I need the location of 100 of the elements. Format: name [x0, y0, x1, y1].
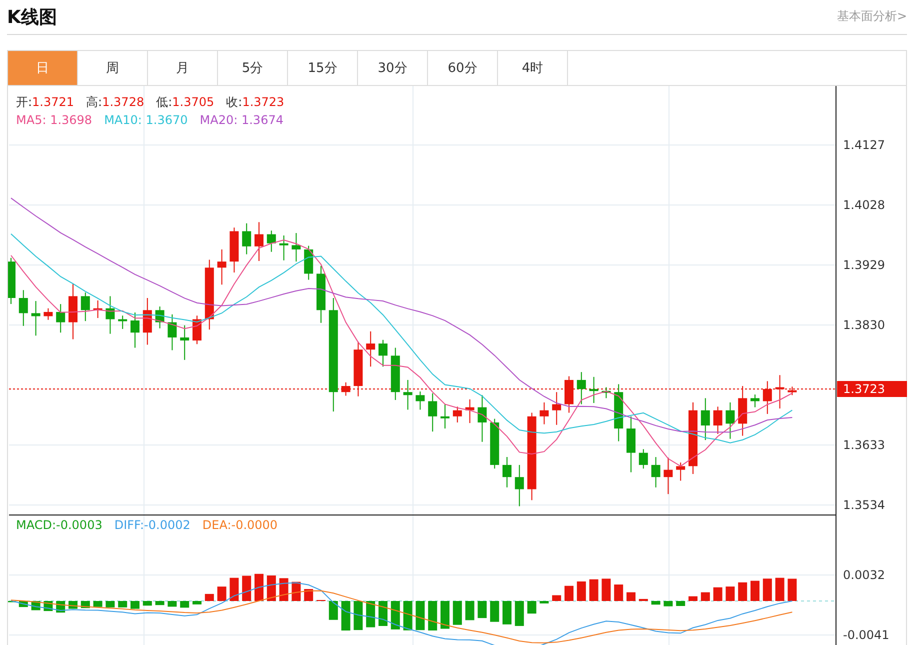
macd-bar — [788, 578, 797, 601]
macd-bar — [552, 595, 562, 601]
moving-average-legend: MA20: 1.3674 — [200, 113, 284, 127]
candlestick — [44, 308, 53, 320]
macd-bar — [664, 601, 673, 606]
macd-bar — [118, 601, 128, 608]
candlestick — [552, 392, 562, 426]
macd-bar — [614, 584, 624, 601]
macd-bar — [688, 596, 698, 601]
candlestick — [626, 416, 636, 473]
axis-label: 1.4127 — [843, 138, 885, 152]
macd-legend: DIFF:-0.0002 — [114, 518, 190, 532]
candlestick — [304, 245, 314, 280]
macd-bar — [638, 598, 648, 601]
candlestick — [80, 292, 90, 322]
macd-bar — [490, 601, 500, 622]
candlestick — [142, 298, 152, 346]
axis-label: 0.0032 — [843, 568, 885, 582]
macd-bar — [106, 601, 115, 608]
macd-bar — [341, 601, 350, 631]
macd-bar — [514, 601, 524, 626]
macd-bar — [192, 601, 202, 604]
candlestick — [775, 374, 784, 409]
macd-bar — [378, 601, 388, 626]
candlestick — [514, 464, 524, 507]
axis-label: -0.0041 — [843, 628, 890, 642]
candlestick — [168, 314, 177, 351]
axis-label: 1.3633 — [843, 438, 885, 452]
candlestick — [31, 300, 40, 336]
candlestick — [416, 390, 425, 410]
macd-bar — [465, 601, 474, 620]
macd-bar — [428, 601, 438, 630]
candlestick — [242, 222, 252, 255]
macd-bar — [403, 601, 412, 630]
candlestick — [56, 304, 66, 334]
macd-bar — [726, 586, 735, 601]
axis-label: 1.4028 — [843, 198, 885, 212]
candlestick — [750, 394, 760, 408]
candlestick — [589, 376, 598, 404]
macd-bar — [142, 601, 152, 606]
candlestick — [266, 230, 276, 252]
quote-value: 收:1.3723 — [226, 94, 284, 111]
moving-average-legend: MA10: 1.3670 — [104, 113, 188, 127]
macd-bar — [354, 601, 363, 630]
macd-bar — [452, 601, 462, 625]
candlestick — [106, 296, 115, 334]
macd-bar — [204, 594, 214, 601]
macd-bar — [390, 601, 400, 630]
macd-bar — [304, 589, 314, 601]
quote-value: 低:1.3705 — [156, 94, 214, 111]
macd-bar — [540, 601, 549, 604]
quote-value: 开:1.3721 — [16, 94, 74, 111]
macd-bar — [130, 601, 140, 609]
axis-label: 1.3929 — [843, 258, 885, 272]
candlestick — [279, 234, 288, 261]
candlestick — [614, 384, 624, 442]
candlestick — [762, 380, 772, 414]
candlestick — [130, 312, 140, 348]
candlestick — [204, 259, 214, 330]
candlestick — [378, 339, 388, 368]
macd-bar — [328, 601, 338, 620]
candlestick — [700, 398, 710, 441]
macd-bar — [762, 578, 772, 601]
candlestick — [180, 324, 190, 360]
candlestick — [540, 402, 549, 425]
macd-bar — [478, 601, 487, 618]
macd-bar — [626, 592, 636, 601]
chart-title: K线图 — [7, 6, 57, 29]
candlestick — [651, 456, 660, 488]
candlestick — [93, 300, 102, 319]
candlestick — [68, 284, 78, 340]
candlestick — [638, 448, 648, 470]
candlestick — [316, 265, 326, 324]
macd-bar — [279, 578, 288, 601]
axis-label: 1.3830 — [843, 318, 885, 332]
macd-bar — [589, 579, 598, 601]
macd-legend: DEA:-0.0000 — [202, 518, 278, 532]
macd-bar — [564, 586, 574, 601]
moving-average-legend: MA5: 1.3698 — [16, 113, 92, 127]
macd-bar — [168, 601, 177, 607]
candlestick — [403, 379, 412, 410]
candlestick — [788, 386, 797, 396]
macd-bar — [254, 574, 264, 601]
macd-bar — [366, 601, 376, 628]
macd-bar — [440, 601, 450, 629]
candlestick — [254, 222, 264, 262]
macd-bar — [230, 578, 239, 601]
candlestick — [564, 376, 574, 414]
candlestick — [602, 386, 611, 399]
macd-bar — [527, 601, 536, 614]
macd-bar — [155, 601, 164, 606]
macd-bar — [502, 601, 512, 624]
candlestick — [490, 418, 500, 470]
candlestick — [713, 406, 722, 434]
candlestick — [726, 402, 735, 440]
macd-bar — [576, 581, 586, 601]
macd-bar — [93, 601, 102, 607]
candlestick — [366, 330, 376, 368]
candlestick — [354, 341, 363, 397]
macd-bar — [180, 601, 190, 608]
